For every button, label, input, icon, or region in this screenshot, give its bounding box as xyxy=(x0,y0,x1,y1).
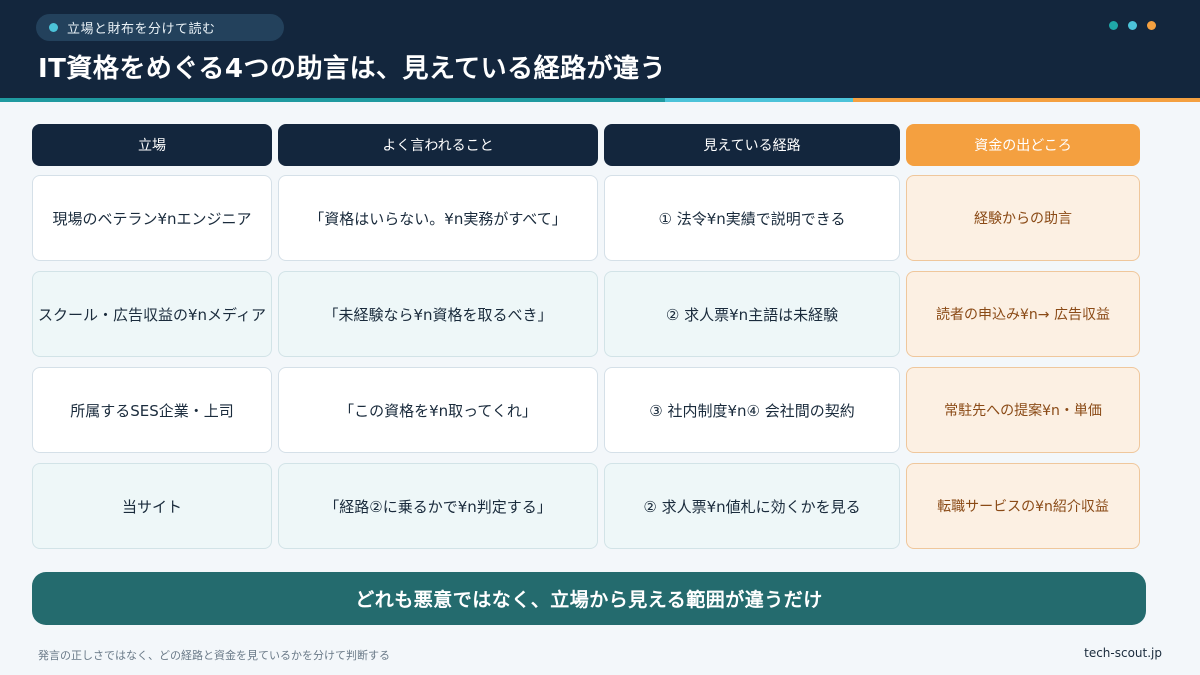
row2-route: ② 求人票¥n主語は未経験 xyxy=(604,271,900,357)
decorative-dots xyxy=(1109,21,1156,30)
stripe-segment xyxy=(665,98,853,102)
row4-position: 当サイト xyxy=(32,463,272,549)
dot-icon xyxy=(1128,21,1137,30)
row1-funding: 経験からの助言 xyxy=(906,175,1140,261)
column-header-advice: よく言われること xyxy=(278,124,598,166)
row1-advice: 「資格はいらない。¥n実務がすべて」 xyxy=(278,175,598,261)
column-header-route: 見えている経路 xyxy=(604,124,900,166)
row2-advice: 「未経験なら¥n資格を取るべき」 xyxy=(278,271,598,357)
tag-dot-icon xyxy=(49,23,58,32)
row3-route: ③ 社内制度¥n④ 会社間の契約 xyxy=(604,367,900,453)
row3-advice: 「この資格を¥n取ってくれ」 xyxy=(278,367,598,453)
footnote: 発言の正しさではなく、どの経路と資金を見ているかを分けて判断する xyxy=(38,649,390,662)
row4-route: ② 求人票¥n値札に効くかを見る xyxy=(604,463,900,549)
dot-icon xyxy=(1147,21,1156,30)
row3-funding: 常駐先への提案¥n・単価 xyxy=(906,367,1140,453)
stripe-segment xyxy=(0,98,665,102)
section-tag: 立場と財布を分けて読む xyxy=(36,14,284,41)
row2-funding: 読者の申込み¥n→ 広告収益 xyxy=(906,271,1140,357)
dot-icon xyxy=(1109,21,1118,30)
column-header-funding: 資金の出どころ xyxy=(906,124,1140,166)
accent-stripe xyxy=(0,98,1200,102)
column-header-position: 立場 xyxy=(32,124,272,166)
header-bar: 立場と財布を分けて読む IT資格をめぐる4つの助言は、見えている経路が違う xyxy=(0,0,1200,98)
row2-position: スクール・広告収益の¥nメディア xyxy=(32,271,272,357)
stripe-segment xyxy=(853,98,1200,102)
row1-position: 現場のベテラン¥nエンジニア xyxy=(32,175,272,261)
row4-funding: 転職サービスの¥n紹介収益 xyxy=(906,463,1140,549)
section-tag-label: 立場と財布を分けて読む xyxy=(67,22,216,37)
summary-banner: どれも悪意ではなく、立場から見える範囲が違うだけ xyxy=(32,572,1146,625)
page-title: IT資格をめぐる4つの助言は、見えている経路が違う xyxy=(38,54,667,84)
row3-position: 所属するSES企業・上司 xyxy=(32,367,272,453)
row4-advice: 「経路②に乗るかで¥n判定する」 xyxy=(278,463,598,549)
row1-route: ① 法令¥n実績で説明できる xyxy=(604,175,900,261)
site-name: tech-scout.jp xyxy=(1084,646,1162,660)
